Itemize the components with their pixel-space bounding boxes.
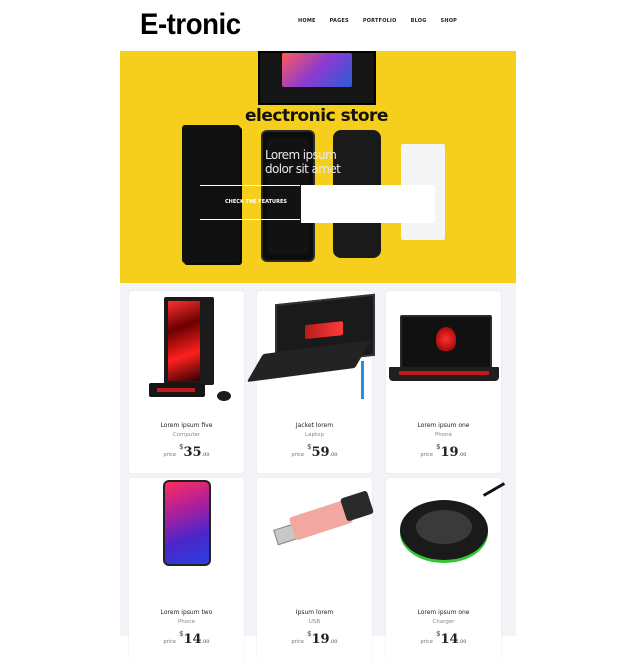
product-name[interactable]: Lorem ipsum five [129,422,244,429]
product-price: price$19.00 [420,443,467,460]
product-card[interactable]: Lorem ipsum one Phone price$19.00 [386,291,501,473]
product-price: price$14.00 [420,630,467,647]
product-category: USB [308,619,321,625]
nav-home[interactable]: HOME [298,18,316,24]
product-price: price$14.00 [163,630,210,647]
cta-bottom-border [200,219,300,220]
usb-drive-image [257,478,375,596]
product-category: Phone [434,432,453,438]
product-card[interactable]: Lorem ipsum one Charger price$14.00 [386,478,506,660]
gaming-pc-image [129,291,244,409]
product-card[interactable]: Jacket lorem Laptop price$59.00 [246,291,375,473]
hero-banner: electronic store Lorem ipsum dolor sit a… [120,51,516,283]
product-card[interactable]: Lorem ipsum five Computer price$35.00 [129,291,244,473]
phone-box-side-image [182,125,240,263]
hero-white-box [301,185,435,223]
product-category: Laptop [305,432,324,438]
nav-shop[interactable]: SHOP [441,18,458,24]
product-name[interactable]: Jacket lorem [257,422,372,429]
phone-box-image [258,51,376,105]
product-name[interactable]: Lorem ipsum one [386,609,501,616]
product-category: Phone [177,619,196,625]
smartphone-image [129,478,244,596]
gaming-laptop-image [386,291,501,409]
wireless-charger-image [386,478,506,596]
cta-top-border [200,185,300,186]
product-category: Charger [432,619,455,625]
hero-title: electronic store [245,106,388,126]
cta-button[interactable]: CHECK THE FEATURES [225,199,287,205]
product-price: price$59.00 [291,443,338,460]
product-price: price$19.00 [291,630,338,647]
product-card[interactable]: Ipsum lorem USB price$19.00 [257,478,375,660]
product-price: price$35.00 [163,443,210,460]
laptop-image [246,291,375,409]
product-name[interactable]: Lorem ipsum one [386,422,501,429]
main-nav: HOME PAGES PORTFOLIO BLOG SHOP [298,18,457,24]
nav-pages[interactable]: PAGES [330,18,349,24]
product-card[interactable]: Lorem ipsum two Phone price$14.00 [129,478,244,660]
site-logo[interactable]: E-tronic [140,8,241,42]
nav-blog[interactable]: BLOG [411,18,427,24]
product-name[interactable]: Lorem ipsum two [129,609,244,616]
product-category: Computer [172,432,201,438]
nav-portfolio[interactable]: PORTFOLIO [363,18,397,24]
product-name[interactable]: Ipsum lorem [257,609,372,616]
hero-subtitle: Lorem ipsum dolor sit amet [265,148,341,176]
